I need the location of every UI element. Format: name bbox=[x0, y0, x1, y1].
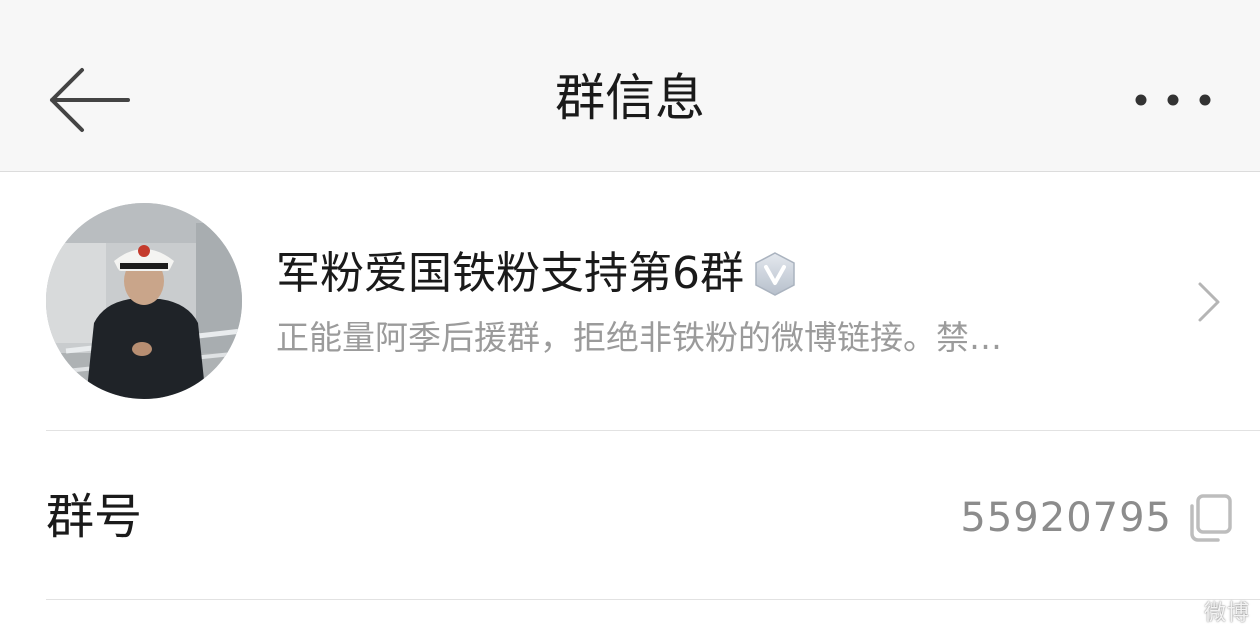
group-number-value: 55920795 bbox=[960, 495, 1172, 541]
divider bbox=[46, 430, 1260, 431]
group-name: 军粉爱国铁粉支持第6群 bbox=[276, 248, 744, 299]
group-avatar bbox=[46, 203, 242, 399]
group-info-screen: 群信息 军粉爱国铁粉支持第6群 正能量阿季后援群，拒绝非铁粉的微博链接。禁… 群… bbox=[0, 0, 1260, 639]
chevron-right-icon bbox=[1198, 282, 1220, 322]
more-horizontal-icon bbox=[1135, 94, 1211, 106]
group-number-row: 群号 55920795 bbox=[0, 432, 1260, 600]
page-title: 群信息 bbox=[555, 69, 705, 127]
watermark: 微博 bbox=[1203, 601, 1250, 626]
group-number-label: 群号 bbox=[46, 489, 143, 545]
more-options-button[interactable] bbox=[1120, 70, 1226, 130]
group-profile-card[interactable]: 军粉爱国铁粉支持第6群 正能量阿季后援群，拒绝非铁粉的微博链接。禁… bbox=[0, 172, 1260, 431]
top-navigation-bar: 群信息 bbox=[0, 0, 1260, 172]
avatar-photo bbox=[46, 203, 242, 399]
group-name-row: 军粉爱国铁粉支持第6群 bbox=[276, 238, 798, 310]
verified-v-icon bbox=[752, 251, 798, 297]
group-description: 正能量阿季后援群，拒绝非铁粉的微博链接。禁… bbox=[276, 318, 1002, 357]
copy-icon[interactable] bbox=[1186, 492, 1234, 544]
divider bbox=[46, 599, 1260, 600]
